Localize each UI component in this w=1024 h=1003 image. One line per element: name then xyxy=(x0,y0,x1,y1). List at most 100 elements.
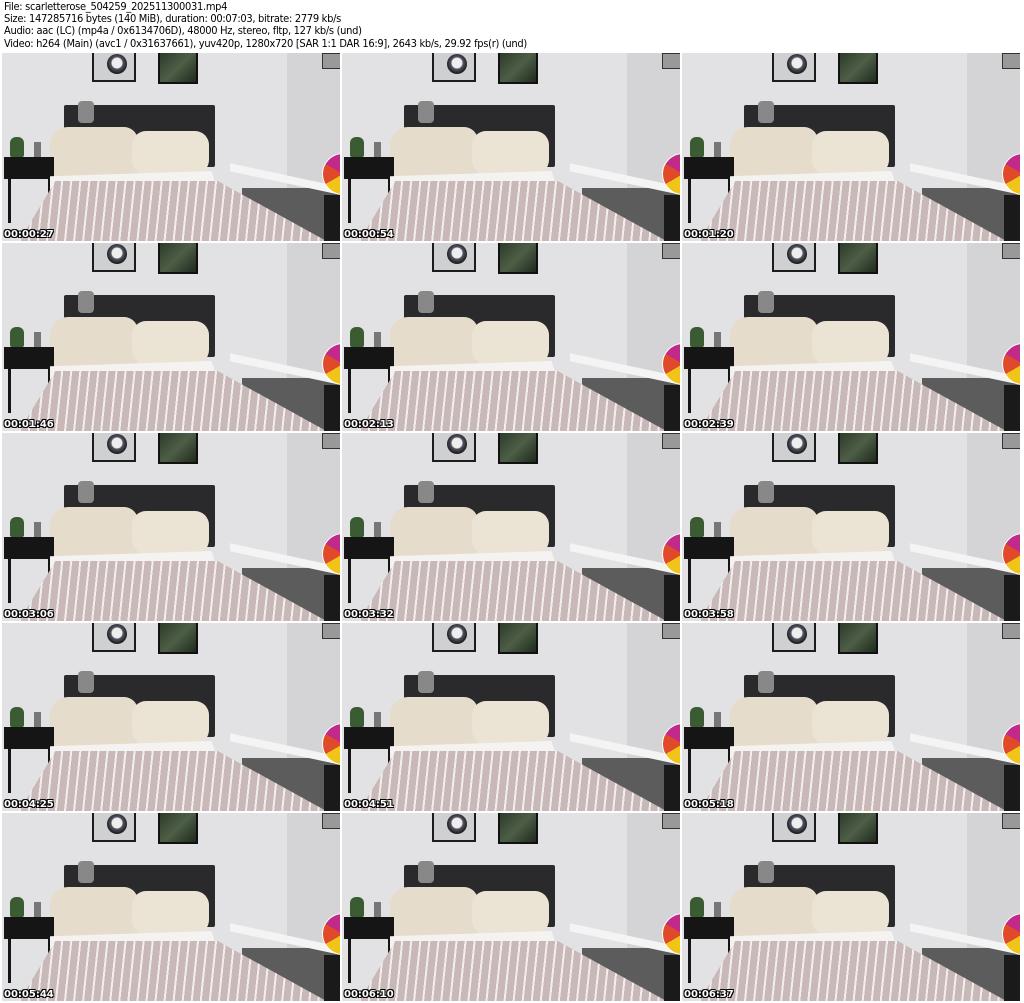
nightstand-leg xyxy=(8,747,11,793)
lamp xyxy=(690,137,704,157)
timestamp: 00:02:13 xyxy=(344,419,394,430)
video-thumbnail: 00:00:27 xyxy=(2,53,340,241)
nightstand xyxy=(684,537,734,559)
small-frame xyxy=(662,433,680,449)
eight-ball-poster xyxy=(92,813,136,842)
timestamp: 00:03:06 xyxy=(4,609,54,620)
timestamp: 00:01:20 xyxy=(684,229,734,240)
nightstand xyxy=(4,157,54,179)
video-thumbnail: 00:02:39 xyxy=(682,243,1020,431)
nightstand-leg xyxy=(8,937,11,983)
nightstand xyxy=(4,917,54,939)
pillow-left xyxy=(390,887,478,939)
nightstand xyxy=(4,537,54,559)
plush-toy xyxy=(78,481,94,503)
plush-toy xyxy=(418,671,434,693)
speaker xyxy=(34,902,41,917)
plush-toy xyxy=(78,291,94,313)
green-poster xyxy=(498,433,538,464)
video-info: Video: h264 (Main) (avc1 / 0x31637661), … xyxy=(4,36,527,50)
eight-ball-poster xyxy=(92,53,136,82)
video-thumbnail: 00:06:37 xyxy=(682,813,1020,1001)
audio-info: Audio: aac (LC) (mp4a / 0x6134706D), 480… xyxy=(4,24,362,38)
video-thumbnail: 00:03:58 xyxy=(682,433,1020,621)
nightstand-leg xyxy=(348,557,351,603)
lamp xyxy=(690,517,704,537)
green-poster xyxy=(158,53,198,84)
side-stand xyxy=(1004,195,1020,241)
plush-toy xyxy=(758,671,774,693)
green-poster xyxy=(158,813,198,844)
speaker xyxy=(714,522,721,537)
plush-toy xyxy=(78,671,94,693)
green-poster xyxy=(158,243,198,274)
file-info-header: File: scarletterose_504259_202511300031.… xyxy=(4,0,527,50)
nightstand xyxy=(684,347,734,369)
plush-toy xyxy=(418,481,434,503)
green-poster xyxy=(838,53,878,84)
lamp xyxy=(10,897,24,917)
lamp xyxy=(690,897,704,917)
green-poster xyxy=(498,623,538,654)
green-poster xyxy=(498,243,538,274)
eight-ball-poster xyxy=(772,623,816,652)
eight-ball-poster xyxy=(772,53,816,82)
side-stand xyxy=(664,765,680,811)
plush-toy xyxy=(758,291,774,313)
speaker xyxy=(34,712,41,727)
small-frame xyxy=(662,623,680,639)
timestamp: 00:04:25 xyxy=(4,799,54,810)
eight-ball-image xyxy=(107,624,127,644)
plush-toy xyxy=(758,481,774,503)
small-frame xyxy=(322,53,340,69)
video-thumbnail: 00:02:13 xyxy=(342,243,680,431)
timestamp: 00:06:37 xyxy=(684,989,734,1000)
pillow-left xyxy=(50,697,138,749)
pillow-left xyxy=(730,887,818,939)
nightstand-leg xyxy=(688,177,691,223)
pillow-left xyxy=(730,697,818,749)
side-stand xyxy=(664,575,680,621)
pillow-right xyxy=(132,511,209,554)
small-frame xyxy=(662,243,680,259)
lamp xyxy=(10,137,24,157)
speaker xyxy=(374,712,381,727)
plush-toy xyxy=(758,101,774,123)
video-thumbnail: 00:05:18 xyxy=(682,623,1020,811)
pillow-right xyxy=(812,891,889,934)
lamp xyxy=(350,517,364,537)
pillow-right xyxy=(812,131,889,174)
nightstand xyxy=(684,727,734,749)
pillow-right xyxy=(132,321,209,364)
small-frame xyxy=(1002,53,1020,69)
speaker xyxy=(714,142,721,157)
eight-ball-image xyxy=(787,624,807,644)
eight-ball-image xyxy=(447,814,467,834)
lamp xyxy=(10,707,24,727)
speaker xyxy=(714,712,721,727)
pillow-left xyxy=(730,127,818,179)
pillow-left xyxy=(50,317,138,369)
thumbnail-grid: 00:00:27 00:00:54 00:01:20 00:01:46 00:0… xyxy=(2,53,1022,1001)
nightstand xyxy=(4,727,54,749)
pillow-right xyxy=(472,321,549,364)
plush-toy xyxy=(758,861,774,883)
side-stand xyxy=(324,195,340,241)
side-stand xyxy=(1004,955,1020,1001)
eight-ball-image xyxy=(447,54,467,74)
nightstand-leg xyxy=(8,177,11,223)
timestamp: 00:00:27 xyxy=(4,229,54,240)
small-frame xyxy=(1002,813,1020,829)
side-stand xyxy=(324,765,340,811)
eight-ball-poster xyxy=(432,433,476,462)
side-stand xyxy=(324,385,340,431)
nightstand xyxy=(4,347,54,369)
nightstand xyxy=(684,917,734,939)
pillow-left xyxy=(50,887,138,939)
nightstand xyxy=(344,157,394,179)
green-poster xyxy=(498,813,538,844)
pillow-left xyxy=(390,507,478,559)
eight-ball-image xyxy=(107,244,127,264)
small-frame xyxy=(1002,433,1020,449)
plush-toy xyxy=(418,861,434,883)
